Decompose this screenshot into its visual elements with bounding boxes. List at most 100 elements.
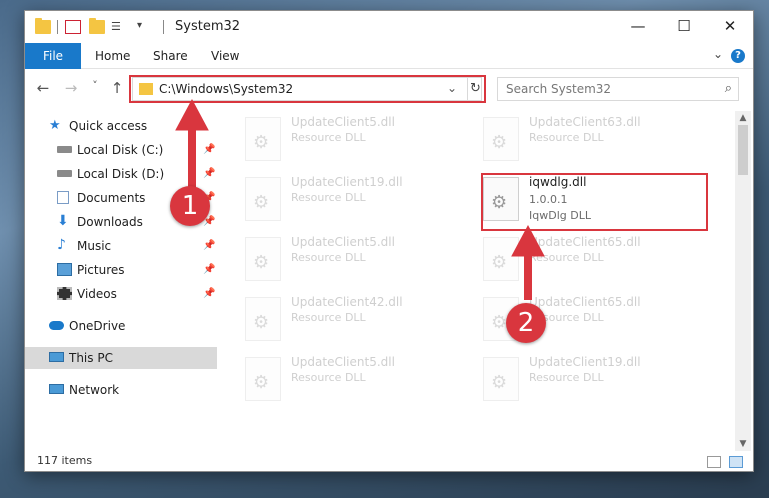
- sidebar-item-label: This PC: [69, 351, 113, 365]
- file-name: UpdateClient65.dll: [529, 295, 641, 309]
- help-icon[interactable]: ?: [731, 49, 745, 63]
- documents-icon: [57, 191, 69, 204]
- file-name: UpdateClient65.dll: [529, 235, 641, 249]
- address-highlight-box: [129, 75, 486, 103]
- scroll-up-icon[interactable]: ▲: [735, 113, 751, 123]
- tab-home[interactable]: Home: [95, 43, 130, 69]
- status-bar: 117 items: [25, 451, 753, 473]
- sidebar-item-onedrive[interactable]: OneDrive: [25, 315, 217, 337]
- tab-file[interactable]: File: [25, 43, 81, 69]
- file-name: UpdateClient5.dll: [291, 235, 395, 249]
- sidebar-item-label: Local Disk (D:): [77, 167, 165, 181]
- videos-icon: [57, 287, 72, 300]
- file-item[interactable]: UpdateClient65.dll Resource DLL: [483, 233, 713, 289]
- sidebar-item-quick-access[interactable]: ★ Quick access: [25, 115, 217, 137]
- explorer-window: ☰ ▾ System32 — ☐ ✕ File Home Share View …: [24, 10, 754, 472]
- file-name: UpdateClient19.dll: [291, 175, 403, 189]
- folder-icon: [35, 18, 51, 34]
- sidebar-item-label: Quick access: [69, 119, 148, 133]
- file-name: UpdateClient5.dll: [291, 115, 395, 129]
- vertical-scrollbar[interactable]: ▲ ▼: [735, 111, 751, 451]
- file-type: Resource DLL: [529, 131, 604, 144]
- forward-button[interactable]: →: [61, 79, 81, 97]
- sidebar-item-network[interactable]: Network: [25, 379, 217, 401]
- dll-file-icon: [483, 237, 519, 281]
- file-name: UpdateClient19.dll: [529, 355, 641, 369]
- file-item[interactable]: UpdateClient63.dll Resource DLL: [483, 113, 713, 169]
- ribbon-tabs: File Home Share View ⌄ ?: [25, 43, 753, 69]
- minimize-button[interactable]: —: [615, 11, 661, 43]
- pin-icon[interactable]: 📌: [203, 259, 215, 281]
- sidebar-item-local-disk-d[interactable]: Local Disk (D:) 📌: [25, 163, 217, 185]
- new-folder-icon[interactable]: [89, 18, 105, 34]
- properties-icon[interactable]: [65, 20, 81, 34]
- divider: [163, 20, 164, 34]
- search-placeholder: Search System32: [506, 82, 612, 96]
- expand-ribbon-icon[interactable]: ⌄: [713, 47, 723, 61]
- file-item[interactable]: UpdateClient5.dll Resource DLL: [245, 113, 475, 169]
- sidebar-item-videos[interactable]: Videos 📌: [25, 283, 217, 305]
- dll-file-icon: [245, 177, 281, 221]
- dll-file-icon: [245, 297, 281, 341]
- pin-icon[interactable]: 📌: [203, 235, 215, 257]
- sidebar-item-label: Music: [77, 239, 112, 253]
- star-icon: ★: [49, 118, 61, 133]
- close-button[interactable]: ✕: [707, 11, 753, 43]
- pin-icon[interactable]: 📌: [203, 163, 215, 185]
- maximize-button[interactable]: ☐: [661, 11, 707, 43]
- navigation-bar: ← → ˅ ↑ C:\Windows\System32 ⌄ ↻ Search S…: [25, 75, 753, 105]
- back-button[interactable]: ←: [33, 79, 53, 97]
- scroll-thumb[interactable]: [738, 125, 748, 175]
- sidebar-item-music[interactable]: ♪ Music 📌: [25, 235, 217, 257]
- file-type: Resource DLL: [291, 311, 366, 324]
- chevron-down-icon[interactable]: ▾: [137, 20, 153, 34]
- large-icons-view-icon[interactable]: [729, 456, 743, 468]
- dll-file-icon: [245, 357, 281, 401]
- computer-icon: [49, 352, 64, 362]
- file-highlight-box: [481, 173, 708, 231]
- pin-icon[interactable]: 📌: [203, 283, 215, 305]
- divider: [57, 20, 58, 34]
- file-type: Resource DLL: [291, 191, 366, 204]
- customize-toolbar-icon[interactable]: ☰: [111, 20, 127, 34]
- file-type: Resource DLL: [529, 251, 604, 264]
- cloud-icon: [49, 321, 64, 330]
- sidebar-item-pictures[interactable]: Pictures 📌: [25, 259, 217, 281]
- file-item[interactable]: UpdateClient19.dll Resource DLL: [245, 173, 475, 229]
- title-bar: ☰ ▾ System32 — ☐ ✕: [25, 11, 753, 43]
- sidebar-item-label: OneDrive: [69, 319, 126, 333]
- search-icon[interactable]: ⌕: [725, 81, 732, 96]
- sidebar-item-label: Network: [69, 383, 120, 397]
- file-item[interactable]: UpdateClient19.dll Resource DLL: [483, 353, 713, 409]
- search-input[interactable]: Search System32 ⌕: [497, 77, 739, 101]
- sidebar-item-label: Downloads: [77, 215, 143, 229]
- file-type: Resource DLL: [291, 131, 366, 144]
- dll-file-icon: [483, 357, 519, 401]
- sidebar-item-label: Videos: [77, 287, 117, 301]
- scroll-down-icon[interactable]: ▼: [735, 439, 751, 449]
- details-view-icon[interactable]: [707, 456, 721, 468]
- recent-locations-button[interactable]: ˅: [85, 79, 105, 92]
- callout-badge-2: 2: [506, 303, 546, 343]
- sidebar-item-local-disk-c[interactable]: Local Disk (C:) 📌: [25, 139, 217, 161]
- tab-view[interactable]: View: [211, 43, 239, 69]
- file-item[interactable]: UpdateClient42.dll Resource DLL: [245, 293, 475, 349]
- file-item[interactable]: UpdateClient5.dll Resource DLL: [245, 233, 475, 289]
- item-count: 117 items: [37, 454, 93, 467]
- downloads-icon: ⬇: [57, 213, 69, 229]
- file-name: UpdateClient5.dll: [291, 355, 395, 369]
- dll-file-icon: [245, 117, 281, 161]
- pin-icon[interactable]: 📌: [203, 139, 215, 161]
- file-type: Resource DLL: [291, 371, 366, 384]
- file-type: Resource DLL: [291, 251, 366, 264]
- drive-icon: [57, 170, 72, 177]
- sidebar-item-label: Pictures: [77, 263, 125, 277]
- up-button[interactable]: ↑: [107, 79, 127, 97]
- network-icon: [49, 384, 64, 394]
- sidebar-item-label: Documents: [77, 191, 146, 205]
- file-name: UpdateClient42.dll: [291, 295, 403, 309]
- file-item[interactable]: UpdateClient5.dll Resource DLL: [245, 353, 475, 409]
- tab-share[interactable]: Share: [153, 43, 188, 69]
- sidebar-item-this-pc[interactable]: This PC: [25, 347, 217, 369]
- navigation-pane: ★ Quick access Local Disk (C:) 📌 Local D…: [25, 111, 217, 441]
